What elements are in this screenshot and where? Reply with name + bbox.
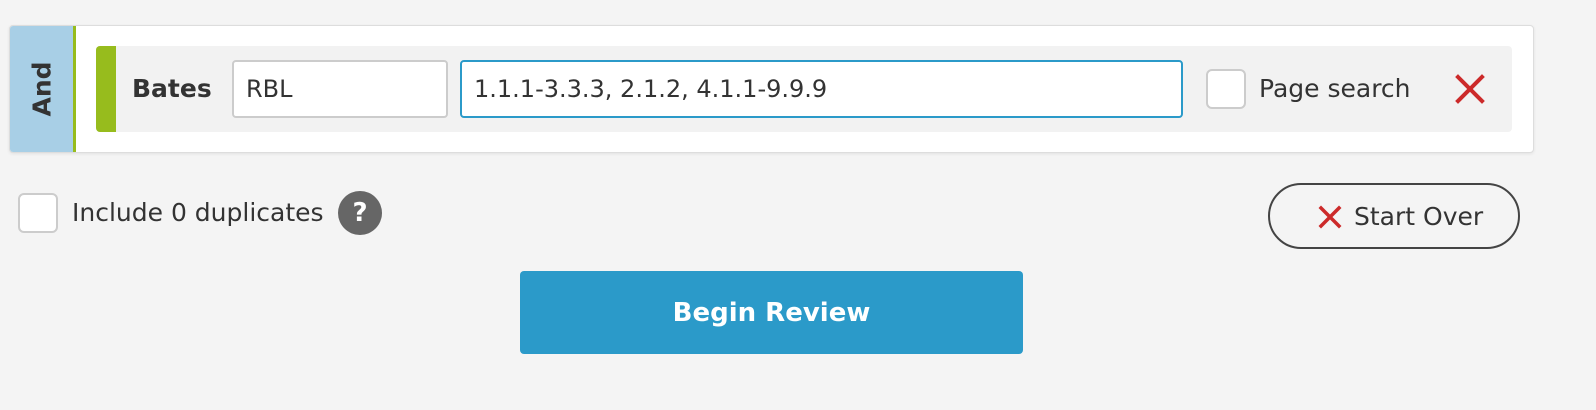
row-accent-bar (96, 46, 116, 132)
criteria-row: Bates Page search (96, 46, 1512, 132)
search-criteria-card: And Bates Page search (9, 25, 1534, 153)
operator-label: And (27, 61, 56, 117)
start-over-label: Start Over (1354, 202, 1484, 231)
help-icon[interactable]: ? (338, 191, 382, 235)
page-search-label: Page search (1259, 74, 1411, 103)
close-icon (1318, 205, 1342, 229)
close-icon (1455, 74, 1485, 104)
begin-review-button[interactable]: Begin Review (520, 271, 1023, 354)
field-label: Bates (132, 74, 212, 103)
include-duplicates-checkbox[interactable] (18, 193, 58, 233)
remove-criteria-button[interactable] (1452, 71, 1488, 107)
bates-prefix-input[interactable] (232, 60, 448, 118)
bates-range-input[interactable] (460, 60, 1183, 118)
page-search-checkbox[interactable] (1206, 69, 1246, 109)
operator-tab[interactable]: And (10, 26, 76, 152)
include-duplicates-label: Include 0 duplicates (72, 198, 324, 227)
start-over-button[interactable]: Start Over (1268, 183, 1520, 249)
